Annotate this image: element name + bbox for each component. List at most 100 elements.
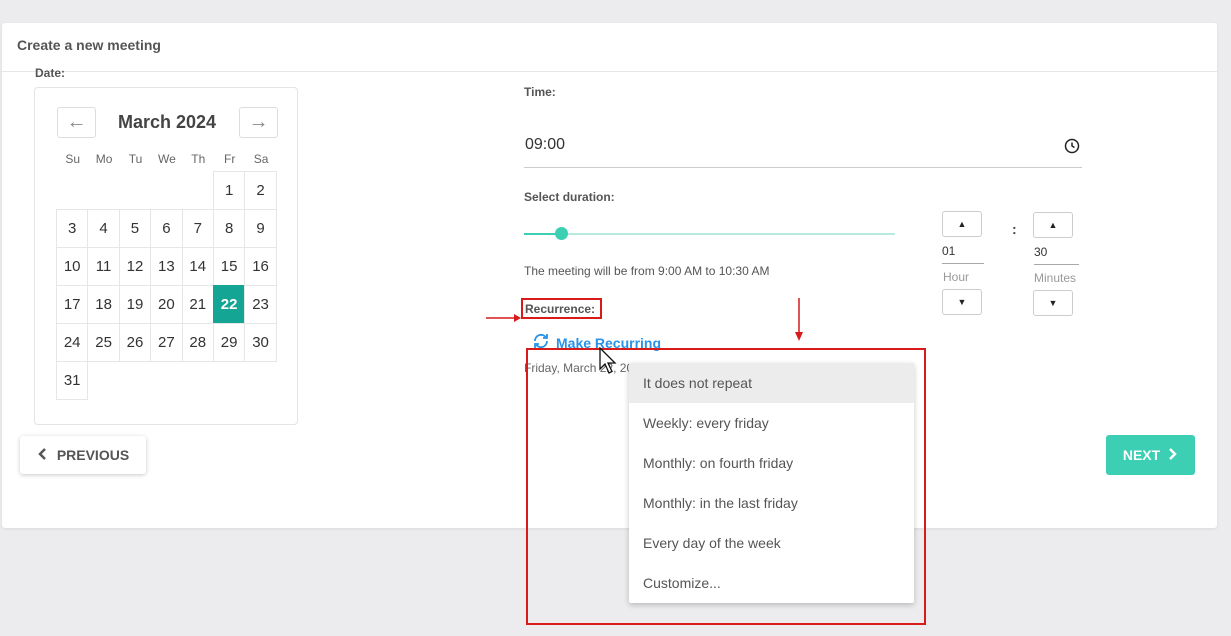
calendar-empty-cell (214, 362, 245, 400)
caret-up-icon: ▲ (1048, 220, 1058, 230)
page-title: Create a new meeting (2, 23, 1217, 72)
calendar-day[interactable]: 23 (244, 285, 277, 324)
calendar-week-row: 10 11 12 13 14 15 16 (56, 247, 277, 286)
next-button[interactable]: NEXT (1106, 435, 1195, 475)
calendar-day[interactable]: 1 (212, 171, 246, 210)
calendar-day[interactable]: 21 (181, 285, 214, 324)
recurrence-menu-item[interactable]: Customize... (629, 563, 914, 603)
calendar-day[interactable]: 12 (118, 247, 152, 286)
calendar-day[interactable]: 31 (56, 361, 89, 400)
duration-slider[interactable] (524, 227, 895, 240)
calendar-empty-cell (120, 362, 151, 400)
hour-label: Hour (943, 270, 970, 284)
calendar-day[interactable]: 7 (181, 209, 214, 248)
minutes-decrement-button[interactable]: ▼ (1033, 290, 1073, 316)
calendar-day[interactable]: 5 (118, 209, 152, 248)
calendar-day[interactable]: 22 (212, 285, 246, 324)
clock-icon[interactable] (1064, 138, 1080, 154)
calendar: ← March 2024 → Su Mo Tu We Th Fr Sa 1 2 3 4 5 6 7 8 9 10… (34, 87, 298, 425)
time-label: Time: (524, 85, 556, 99)
recurrence-menu-item[interactable]: Monthly: on fourth friday (629, 443, 914, 483)
calendar-day[interactable]: 14 (181, 247, 214, 286)
calendar-day[interactable]: 3 (56, 209, 89, 248)
calendar-day[interactable]: 30 (244, 323, 277, 362)
calendar-day[interactable]: 27 (150, 323, 183, 362)
calendar-day[interactable]: 13 (150, 247, 183, 286)
arrow-left-icon: ← (66, 111, 87, 133)
time-input[interactable]: 09:00 (524, 123, 1082, 168)
calendar-day[interactable]: 10 (56, 247, 89, 286)
calendar-week-row: 17 18 19 20 21 22 23 (56, 285, 277, 324)
chevron-left-icon (37, 447, 47, 463)
weekday-label: We (157, 152, 176, 166)
time-separator: : (1012, 221, 1017, 237)
recurrence-menu-item[interactable]: Weekly: every friday (629, 403, 914, 443)
annotation-arrow-right-icon (486, 310, 522, 328)
minutes-label: Minutes (1034, 271, 1077, 285)
calendar-next-button[interactable]: → (239, 107, 278, 138)
mouse-cursor-icon (599, 346, 621, 380)
caret-down-icon: ▼ (1048, 298, 1058, 308)
duration-label: Select duration: (524, 190, 615, 204)
calendar-empty-cell (57, 172, 88, 210)
calendar-day[interactable]: 29 (212, 323, 246, 362)
calendar-empty-cell (88, 362, 119, 400)
recurrence-menu-item[interactable]: Every day of the week (629, 523, 914, 563)
calendar-day[interactable]: 20 (150, 285, 183, 324)
calendar-day[interactable]: 19 (118, 285, 152, 324)
calendar-empty-cell (88, 172, 119, 210)
calendar-month-title: March 2024 (117, 112, 217, 132)
duration-slider-thumb[interactable] (555, 227, 569, 240)
calendar-day[interactable]: 25 (87, 323, 120, 362)
calendar-day[interactable]: 9 (244, 209, 277, 248)
calendar-day[interactable]: 2 (244, 171, 277, 210)
weekday-header-row: Su Mo Tu We Th Fr Sa (57, 152, 277, 172)
calendar-empty-cell (183, 172, 214, 210)
previous-button-label: PREVIOUS (56, 447, 130, 463)
hour-decrement-button[interactable]: ▼ (942, 289, 982, 315)
calendar-empty-cell (183, 362, 214, 400)
minutes-increment-button[interactable]: ▲ (1033, 212, 1073, 238)
hour-input[interactable]: 01 (942, 244, 984, 264)
minutes-input[interactable]: 30 (1034, 245, 1079, 265)
weekday-label: Sa (253, 152, 269, 166)
calendar-prev-button[interactable]: ← (57, 107, 96, 138)
caret-up-icon: ▲ (957, 219, 967, 229)
calendar-week-row: 24 25 26 27 28 29 30 (56, 323, 277, 362)
weekday-label: Su (65, 152, 81, 166)
weekday-label: Th (191, 152, 206, 166)
calendar-week-row: 31 (56, 361, 277, 400)
calendar-day[interactable]: 11 (87, 247, 120, 286)
calendar-day[interactable]: 8 (212, 209, 246, 248)
meeting-time-note: The meeting will be from 9:00 AM to 10:3… (524, 264, 770, 278)
calendar-week-row: 12 (57, 171, 277, 210)
calendar-empty-cell (120, 172, 151, 210)
chevron-right-icon (1168, 447, 1178, 463)
time-value: 09:00 (525, 136, 566, 153)
recurrence-label: Recurrence: (521, 298, 602, 319)
hour-value: 01 (942, 244, 956, 258)
calendar-week-row: 3456789 (56, 209, 277, 248)
minutes-value: 30 (1034, 245, 1048, 259)
calendar-day[interactable]: 24 (56, 323, 89, 362)
calendar-day[interactable]: 26 (118, 323, 152, 362)
hour-increment-button[interactable]: ▲ (942, 211, 982, 237)
calendar-day[interactable]: 28 (181, 323, 214, 362)
calendar-grid: Su Mo Tu We Th Fr Sa 1 2 3 4 5 6 7 8 9 10 11 12 13 14 15 16 17 1… (56, 152, 277, 400)
previous-button[interactable]: PREVIOUS (20, 436, 146, 474)
calendar-day[interactable]: 16 (244, 247, 277, 286)
calendar-day[interactable]: 4 (87, 209, 120, 248)
calendar-day[interactable]: 6 (150, 209, 183, 248)
recurrence-menu-item[interactable]: It does not repeat (629, 363, 914, 403)
calendar-day[interactable]: 17 (56, 285, 89, 324)
recurrence-menu-item[interactable]: Monthly: in the last friday (629, 483, 914, 523)
arrow-right-icon: → (248, 111, 269, 133)
calendar-day[interactable]: 15 (212, 247, 246, 286)
weekday-label: Fr (223, 152, 236, 166)
weekday-label: Mo (95, 152, 113, 166)
calendar-day[interactable]: 18 (87, 285, 120, 324)
recurrence-menu: It does not repeat Weekly: every friday Mo… (629, 363, 914, 603)
calendar-empty-cell (245, 362, 276, 400)
calendar-empty-cell (151, 362, 182, 400)
weekday-label: Tu (128, 152, 143, 166)
